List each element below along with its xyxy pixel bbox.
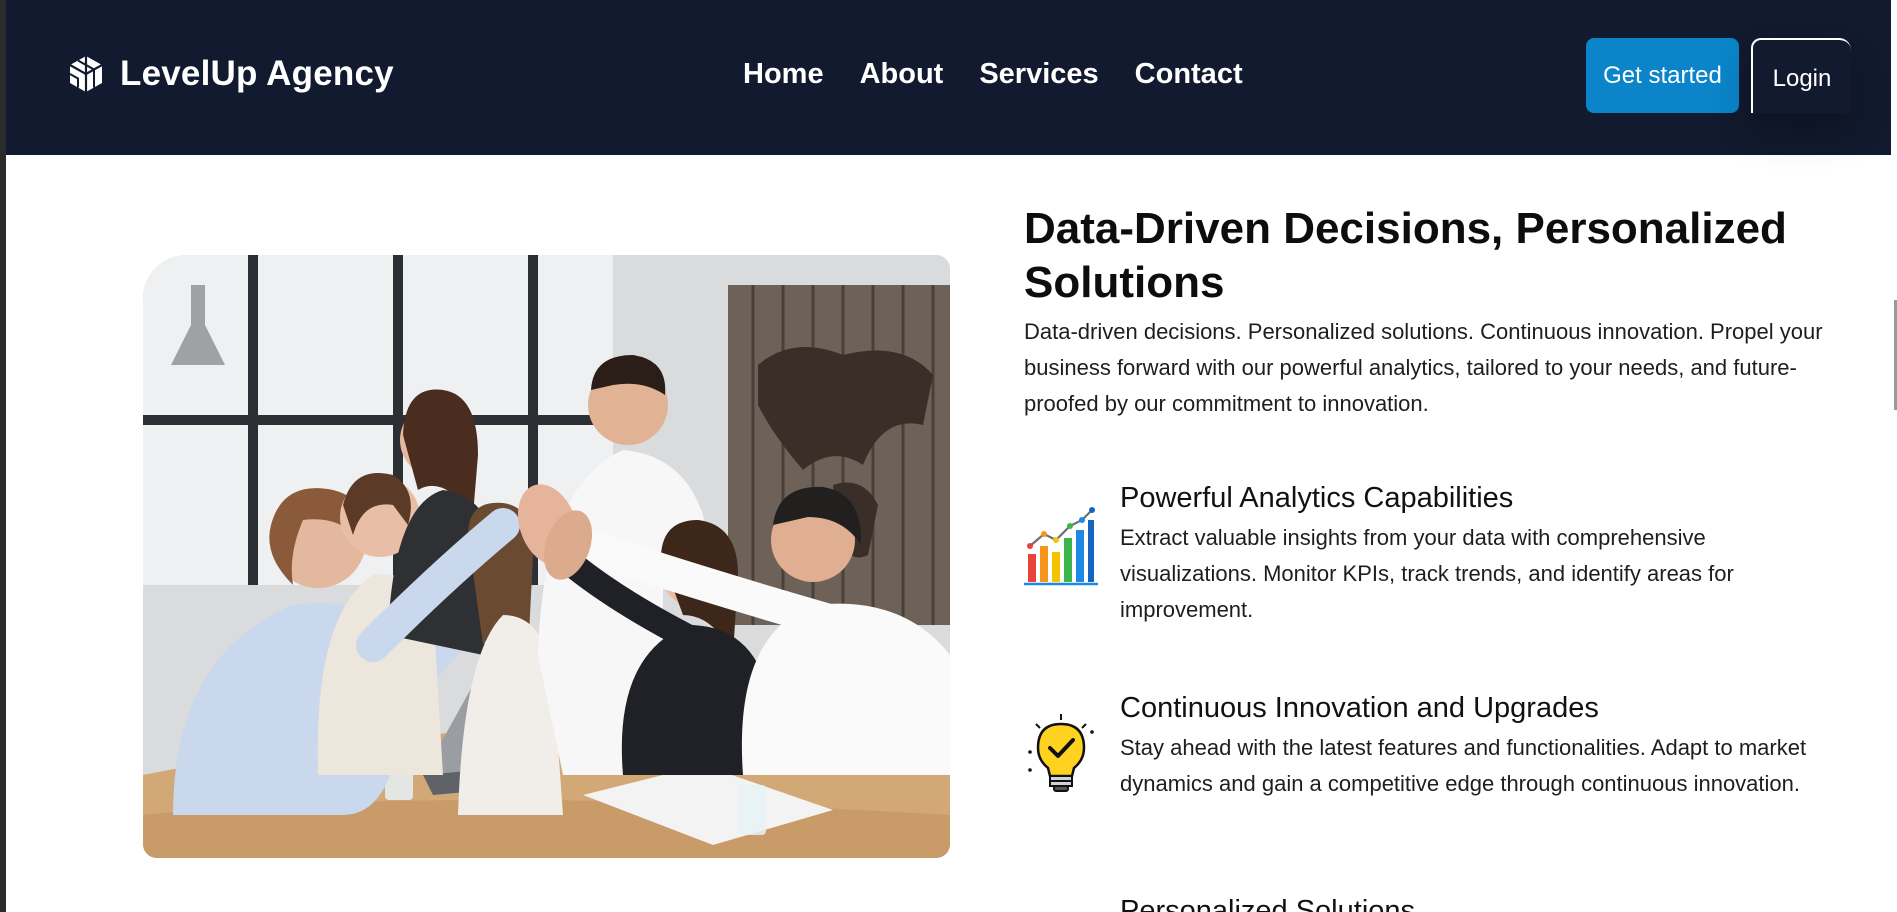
feature-desc: Extract valuable insights from your data… [1120, 525, 1734, 622]
bar-chart-icon [1024, 507, 1098, 586]
main-nav: Home About Services Contact [743, 58, 1243, 91]
feature-desc: Stay ahead with the latest features and … [1120, 735, 1807, 796]
nav-contact[interactable]: Contact [1135, 58, 1243, 91]
login-button[interactable]: Login [1751, 38, 1851, 113]
lightbulb-check-icon [1028, 714, 1094, 792]
nav-services[interactable]: Services [979, 58, 1098, 91]
page: LevelUp Agency Home About Services Conta… [6, 0, 1897, 912]
brand-link[interactable]: LevelUp Agency [66, 54, 394, 94]
brand-name: LevelUp Agency [120, 54, 394, 93]
page-title: Data-Driven Decisions, Personalized Solu… [1024, 204, 1787, 307]
navbar: LevelUp Agency Home About Services Conta… [6, 0, 1891, 155]
feature-title: Powerful Analytics Capabilities [1120, 482, 1514, 514]
intro-text: Data-driven decisions. Personalized solu… [1024, 319, 1823, 416]
nav-home[interactable]: Home [743, 58, 824, 91]
cube-logo-icon [69, 56, 103, 92]
main-content: Data-Driven Decisions, Personalized Solu… [1024, 202, 1864, 912]
team-high-five-photo [143, 255, 950, 858]
feature-title: Personalized Solutions [1120, 895, 1416, 912]
feature-title: Continuous Innovation and Upgrades [1120, 692, 1599, 724]
nav-about[interactable]: About [860, 58, 944, 91]
get-started-button[interactable]: Get started [1586, 38, 1739, 113]
